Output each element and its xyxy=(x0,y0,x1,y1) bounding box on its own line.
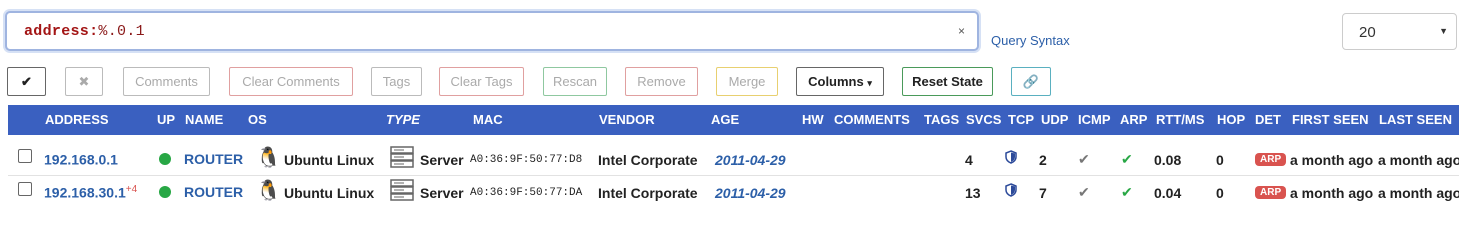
svcs-value: 4 xyxy=(965,152,973,168)
up-status-icon xyxy=(159,186,171,198)
det-badge: ARP xyxy=(1255,186,1287,199)
first-seen-value: a month ago xyxy=(1290,152,1374,168)
col-rtt[interactable]: RTT/MS xyxy=(1156,112,1204,127)
page-size-select[interactable]: 20 ▼ xyxy=(1342,13,1457,50)
os-name: Ubuntu Linux xyxy=(284,185,375,201)
chevron-down-icon: ▼ xyxy=(1439,26,1448,36)
host-name-link[interactable]: ROUTER xyxy=(184,151,243,167)
table-row[interactable]: 192.168.30.1+4 ROUTER 🐧 Ubuntu Linux Ser… xyxy=(8,176,1459,208)
rtt-value: 0.04 xyxy=(1154,185,1182,201)
server-icon xyxy=(390,179,414,204)
link-icon[interactable]: 🔗 xyxy=(1011,67,1051,96)
up-status-icon xyxy=(159,153,171,165)
arp-check-icon: ✔ xyxy=(1121,151,1133,167)
search-input[interactable]: address:%.0.1 × xyxy=(5,11,979,51)
col-name[interactable]: NAME xyxy=(185,112,223,127)
col-det[interactable]: DET xyxy=(1255,112,1281,127)
col-hop[interactable]: HOP xyxy=(1217,112,1245,127)
udp-value: 7 xyxy=(1039,185,1047,201)
type-value: Server xyxy=(420,152,464,168)
search-query[interactable]: address:%.0.1 xyxy=(24,23,145,40)
merge-button[interactable]: Merge xyxy=(716,67,778,96)
svcs-value: 13 xyxy=(965,185,981,201)
row-checkbox[interactable] xyxy=(18,182,32,196)
server-icon xyxy=(390,146,414,171)
address-text: 192.168.0.1 xyxy=(44,151,118,168)
query-syntax-link[interactable]: Query Syntax xyxy=(991,33,1070,48)
reset-state-button[interactable]: Reset State xyxy=(902,67,993,96)
columns-button[interactable]: Columns ▾ xyxy=(796,67,884,96)
extra-addresses[interactable]: +4 xyxy=(126,184,137,195)
linux-icon: 🐧 xyxy=(256,180,281,202)
icmp-check-icon: ✔ xyxy=(1078,151,1090,167)
col-arp[interactable]: ARP xyxy=(1120,112,1147,127)
shield-icon xyxy=(1005,150,1017,167)
col-last-seen[interactable]: LAST SEEN xyxy=(1379,112,1452,127)
remove-button[interactable]: Remove xyxy=(625,67,698,96)
rescan-button[interactable]: Rescan xyxy=(543,67,607,96)
col-mac[interactable]: MAC xyxy=(473,112,503,127)
col-age[interactable]: AGE xyxy=(711,112,739,127)
col-svcs[interactable]: SVCS xyxy=(966,112,1001,127)
mac-value: A0:36:9F:50:77:D8 xyxy=(470,154,583,166)
first-seen-value: a month ago xyxy=(1290,185,1374,201)
det-badge: ARP xyxy=(1255,153,1287,166)
col-vendor[interactable]: VENDOR xyxy=(599,112,655,127)
type-value: Server xyxy=(420,185,464,201)
tags-button[interactable]: Tags xyxy=(371,67,422,96)
host-name-link[interactable]: ROUTER xyxy=(184,184,243,200)
col-os[interactable]: OS xyxy=(248,112,267,127)
hop-value: 0 xyxy=(1216,185,1224,201)
shield-icon xyxy=(1005,183,1017,200)
col-icmp[interactable]: ICMP xyxy=(1078,112,1111,127)
address-link[interactable]: 192.168.0.1 xyxy=(44,151,118,168)
col-tcp[interactable]: TCP xyxy=(1008,112,1034,127)
clear-tags-button[interactable]: Clear Tags xyxy=(439,67,524,96)
rtt-value: 0.08 xyxy=(1154,152,1182,168)
col-hw[interactable]: HW xyxy=(802,112,824,127)
last-seen-value: a month ago xyxy=(1378,152,1459,168)
chevron-down-icon: ▾ xyxy=(867,78,872,88)
page-size-value: 20 xyxy=(1359,24,1376,41)
col-tags[interactable]: TAGS xyxy=(924,112,959,127)
udp-value: 2 xyxy=(1039,152,1047,168)
age-value: 2011-04-29 xyxy=(715,185,786,201)
linux-icon: 🐧 xyxy=(256,147,281,169)
address-link[interactable]: 192.168.30.1+4 xyxy=(44,184,137,201)
col-type[interactable]: TYPE xyxy=(386,112,420,127)
col-udp[interactable]: UDP xyxy=(1041,112,1068,127)
table-header: ADDRESS UP NAME OS TYPE MAC VENDOR AGE H… xyxy=(8,105,1459,135)
search-value: %.0.1 xyxy=(98,23,145,40)
clear-search-icon[interactable]: × xyxy=(958,24,965,38)
vendor-value: Intel Corporate xyxy=(598,152,698,168)
col-up[interactable]: UP xyxy=(157,112,175,127)
col-first-seen[interactable]: FIRST SEEN xyxy=(1292,112,1369,127)
col-address[interactable]: ADDRESS xyxy=(45,112,109,127)
columns-label: Columns xyxy=(808,74,864,89)
comments-button[interactable]: Comments xyxy=(123,67,210,96)
clear-comments-button[interactable]: Clear Comments xyxy=(229,67,353,96)
deselect-button[interactable]: ✖ xyxy=(65,67,103,96)
address-text: 192.168.30.1 xyxy=(44,184,126,201)
last-seen-value: a month ago xyxy=(1378,185,1459,201)
table-row[interactable]: 192.168.0.1 ROUTER 🐧 Ubuntu Linux Server… xyxy=(8,143,1459,176)
icmp-check-icon: ✔ xyxy=(1078,184,1090,200)
hop-value: 0 xyxy=(1216,152,1224,168)
mac-value: A0:36:9F:50:77:DA xyxy=(470,187,583,199)
vendor-value: Intel Corporate xyxy=(598,185,698,201)
select-all-button[interactable]: ✔ xyxy=(7,67,46,96)
age-value: 2011-04-29 xyxy=(715,152,786,168)
os-name: Ubuntu Linux xyxy=(284,152,375,168)
search-prefix: address: xyxy=(24,23,99,40)
row-checkbox[interactable] xyxy=(18,149,32,163)
arp-check-icon: ✔ xyxy=(1121,184,1133,200)
col-comments[interactable]: COMMENTS xyxy=(834,112,910,127)
